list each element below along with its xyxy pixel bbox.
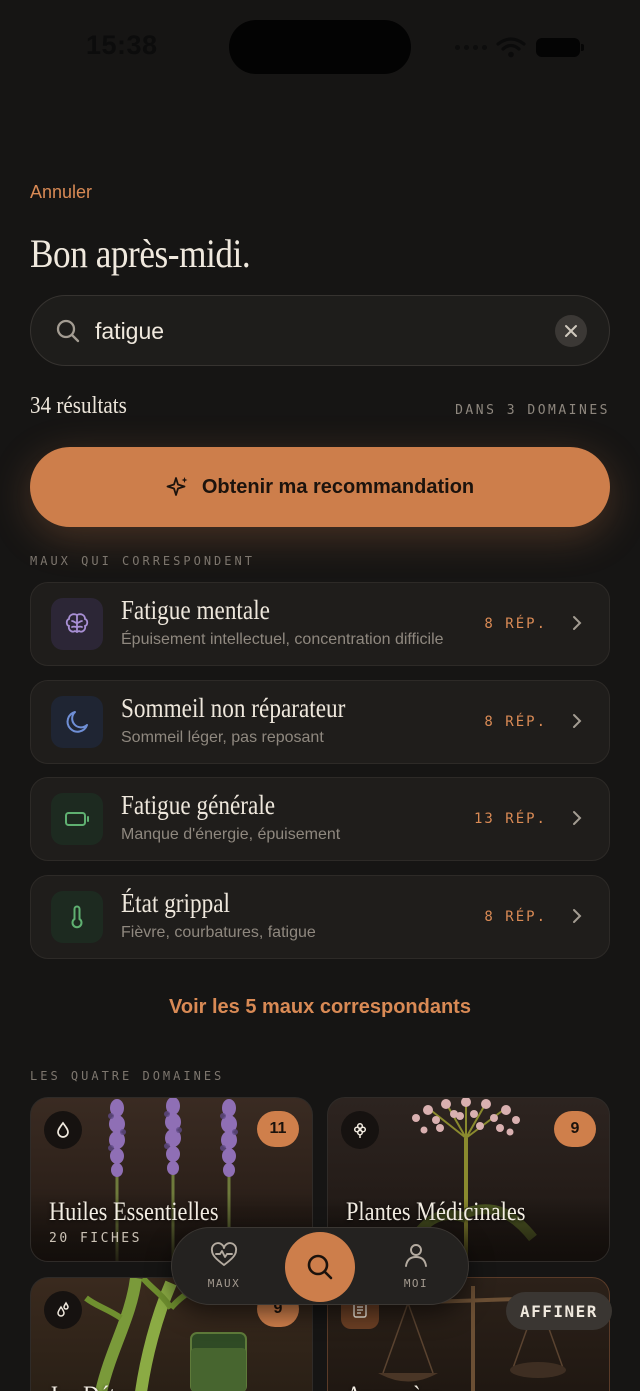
close-icon	[565, 325, 577, 337]
ailment-count: 8 RÉP.	[484, 713, 547, 730]
nav-item-maux[interactable]: MAUX	[194, 1242, 254, 1290]
ailment-count: 8 RÉP.	[484, 908, 547, 925]
nav-label: MAUX	[207, 1277, 241, 1290]
clear-search-button[interactable]	[555, 315, 587, 347]
domain-subtitle: 20 FICHES	[49, 1231, 142, 1246]
ailment-count: 13 RÉP.	[473, 811, 547, 827]
search-icon	[307, 1254, 333, 1280]
chevron-right-icon	[573, 713, 582, 728]
signal-icon	[455, 45, 487, 50]
nav-label: MOI	[403, 1277, 429, 1290]
droplet-icon	[44, 1111, 82, 1149]
chevron-right-icon	[573, 616, 582, 630]
ailment-title: Fatigue mentale	[121, 595, 270, 625]
heart-pulse-icon	[210, 1242, 238, 1266]
domain-title: Anamnèse	[346, 1381, 440, 1391]
user-icon	[405, 1244, 427, 1267]
drops-icon	[44, 1291, 82, 1329]
dynamic-island	[229, 20, 411, 74]
ailment-item-etat-grippal[interactable]: État grippal Fièvre, courbatures, fatigu…	[30, 874, 610, 959]
ailment-title: État grippal	[121, 887, 230, 918]
ailment-title: Sommeil non réparateur	[121, 692, 346, 723]
domain-count-badge: 9	[554, 1111, 596, 1147]
search-bar	[30, 295, 610, 366]
ailment-item-sommeil[interactable]: Sommeil non réparateur Sommeil léger, pa…	[30, 679, 610, 764]
ailment-item-fatigue-mentale[interactable]: Fatigue mentale Épuisement intellectuel,…	[30, 582, 610, 666]
flower-icon	[341, 1111, 379, 1149]
nav-item-search[interactable]	[285, 1232, 355, 1302]
wifi-icon	[496, 37, 526, 58]
ailments-section-label: MAUX QUI CORRESPONDENT	[30, 554, 255, 568]
search-icon	[56, 319, 80, 343]
brain-icon	[51, 598, 103, 650]
chevron-right-icon	[573, 811, 582, 825]
thermometer-icon	[51, 890, 103, 943]
ailment-subtitle: Fièvre, courbatures, fatigue	[121, 923, 316, 941]
battery-low-icon	[51, 793, 103, 845]
results-count: 34 résultats	[30, 393, 127, 419]
sparkles-icon	[166, 477, 188, 496]
cancel-button[interactable]: Annuler	[30, 182, 92, 203]
search-input[interactable]	[95, 316, 535, 346]
ailment-list: Fatigue mentale Épuisement intellectuel,…	[30, 582, 610, 972]
page-title: Bon après-midi.	[30, 231, 251, 276]
domain-title: Jus Détox	[49, 1381, 138, 1391]
battery-icon	[536, 38, 580, 57]
see-all-ailments-link[interactable]: Voir les 5 maux correspondants	[0, 996, 640, 1019]
ailment-subtitle: Épuisement intellectuel, concentration d…	[121, 631, 444, 648]
domains-section-label: LES QUATRE DOMAINES	[30, 1069, 225, 1083]
chevron-right-icon	[573, 908, 582, 923]
refine-button[interactable]: AFFINER	[506, 1292, 612, 1330]
nav-item-moi[interactable]: MOI	[386, 1242, 446, 1290]
ailment-title: Fatigue générale	[121, 790, 276, 820]
ailment-count: 8 RÉP.	[484, 616, 547, 632]
results-domains: DANS 3 DOMAINES	[455, 403, 610, 418]
recommendation-label: Obtenir ma recommandation	[201, 475, 475, 498]
status-bar: 15:38	[0, 0, 640, 95]
ailment-subtitle: Sommeil léger, pas reposant	[121, 728, 324, 746]
domain-title: Plantes Médicinales	[346, 1197, 526, 1226]
ailment-subtitle: Manque d'énergie, épuisement	[121, 826, 341, 843]
recommendation-button[interactable]: Obtenir ma recommandation	[30, 447, 610, 527]
status-time: 15:38	[86, 30, 158, 60]
moon-icon	[51, 695, 103, 748]
bottom-nav: MAUX MOI	[171, 1227, 469, 1305]
domain-title: Huiles Essentielles	[49, 1197, 219, 1226]
domain-count-badge: 11	[257, 1111, 299, 1147]
ailment-item-fatigue-generale[interactable]: Fatigue générale Manque d'énergie, épuis…	[30, 777, 610, 861]
